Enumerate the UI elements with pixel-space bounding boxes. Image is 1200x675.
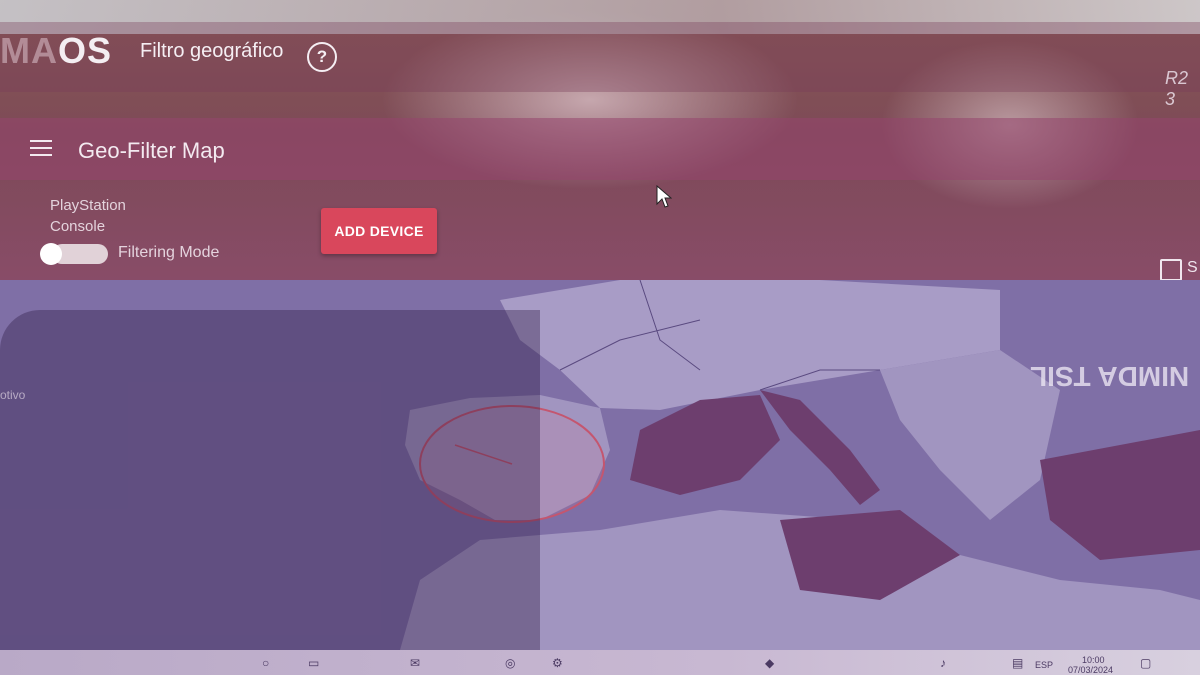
header-right-tag: R2 3 — [1165, 68, 1189, 109]
question-circle-icon[interactable]: ? — [307, 42, 337, 72]
add-device-button[interactable]: ADD DEVICE — [321, 208, 437, 254]
keyboard-language[interactable]: ESP — [1035, 660, 1053, 670]
network-icon[interactable]: ▤ — [1012, 656, 1023, 670]
logo-suffix: OS — [58, 30, 113, 71]
keyboard-reflection — [0, 310, 540, 650]
search-icon[interactable]: ○ — [262, 656, 269, 670]
tray-app-icon[interactable]: ◆ — [765, 656, 774, 670]
page-title: Filtro geográfico — [140, 40, 284, 62]
filtering-mode-label: Filtering Mode — [118, 244, 220, 261]
left-edge-label: otivo — [0, 388, 26, 402]
volume-icon[interactable]: ♪ — [940, 656, 946, 670]
hamburger-menu-icon[interactable] — [30, 140, 52, 156]
mirrored-reflection-text: NIMDA TSIL — [1030, 361, 1190, 392]
settings-icon[interactable]: ⚙ — [552, 656, 563, 670]
device-name-label: PlayStation Console — [50, 197, 126, 235]
clock-time[interactable]: 10:00 — [1082, 655, 1105, 665]
app-logo[interactable]: MAOS — [0, 30, 112, 72]
clock-date[interactable]: 07/03/2024 — [1068, 665, 1113, 675]
mail-icon[interactable]: ✉ — [410, 656, 420, 670]
map-checkbox-label: S — [1187, 259, 1198, 276]
notification-icon[interactable]: ▢ — [1140, 656, 1151, 670]
browser-icon[interactable]: ◎ — [505, 656, 515, 670]
mouse-cursor-icon — [656, 185, 672, 208]
subbar-title: Geo-Filter Map — [78, 138, 225, 163]
logo-prefix: MA — [0, 30, 58, 71]
map-checkbox[interactable] — [1160, 259, 1182, 281]
task-view-icon[interactable]: ▭ — [308, 656, 319, 670]
toggle-knob[interactable] — [40, 243, 62, 265]
